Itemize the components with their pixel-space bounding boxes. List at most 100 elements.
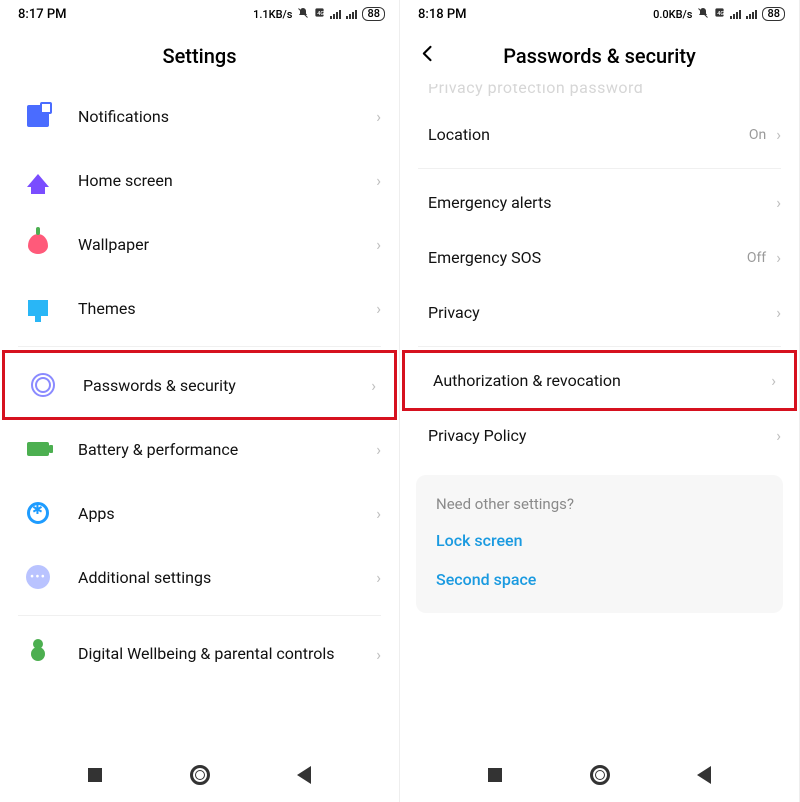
signal-icon (730, 9, 741, 19)
row-digital-wellbeing[interactable]: Digital Wellbeing & parental controls › (0, 622, 399, 686)
home-icon (24, 166, 52, 194)
chevron-right-icon: › (376, 645, 381, 664)
row-emergency-sos[interactable]: Emergency SOS Off › (400, 230, 799, 285)
more-icon: ••• (24, 563, 52, 591)
nav-bar (0, 748, 399, 802)
battery-icon (24, 435, 52, 463)
page-title: Settings (162, 44, 236, 68)
row-privacy-policy[interactable]: Privacy Policy › (400, 408, 799, 463)
chevron-right-icon: › (771, 371, 776, 390)
row-label: Apps (78, 504, 376, 523)
highlight-authorization: Authorization & revocation › (402, 350, 797, 411)
row-label: Digital Wellbeing & parental controls (78, 644, 376, 664)
svg-text:4G: 4G (718, 11, 725, 17)
sim-icon: 4G (714, 7, 725, 21)
highlight-passwords: Passwords & security › (2, 350, 397, 420)
row-battery[interactable]: Battery & performance › (0, 417, 399, 481)
status-bar: 8:18 PM 0.0KB/s 4G 88 (400, 0, 799, 28)
row-label: Themes (78, 299, 376, 318)
notifications-icon (24, 102, 52, 130)
divider (418, 346, 781, 347)
chevron-right-icon: › (776, 426, 781, 445)
fingerprint-icon (29, 371, 57, 399)
status-time: 8:17 PM (18, 7, 67, 22)
row-privacy-protection-password[interactable]: Privacy protection password (400, 84, 799, 107)
nav-home-button[interactable] (190, 765, 210, 785)
apps-icon (24, 499, 52, 527)
row-location[interactable]: Location On › (400, 107, 799, 162)
row-label: Additional settings (78, 568, 376, 587)
row-label: Battery & performance (78, 440, 376, 459)
chevron-right-icon: › (376, 235, 381, 254)
row-label: Privacy Policy (428, 426, 776, 445)
row-label: Wallpaper (78, 235, 376, 254)
chevron-right-icon: › (776, 125, 781, 144)
status-indicators: 1.1KB/s 4G 88 (253, 7, 385, 22)
wallpaper-icon (24, 230, 52, 258)
row-wallpaper[interactable]: Wallpaper › (0, 212, 399, 276)
chevron-right-icon: › (376, 568, 381, 587)
mute-icon (297, 7, 309, 22)
header: Passwords & security (400, 28, 799, 84)
nav-home-button[interactable] (590, 765, 610, 785)
row-home-screen[interactable]: Home screen › (0, 148, 399, 212)
row-value: On (749, 127, 766, 143)
other-settings-card: Need other settings? Lock screen Second … (416, 475, 783, 613)
row-label: Passwords & security (83, 376, 371, 395)
card-title: Need other settings? (436, 495, 763, 513)
nav-back-button[interactable] (297, 766, 311, 784)
net-speed: 1.1KB/s (253, 8, 292, 21)
page-title: Passwords & security (503, 44, 696, 68)
settings-list[interactable]: Notifications › Home screen › Wallpaper … (0, 84, 399, 748)
themes-icon (24, 294, 52, 322)
chevron-right-icon: › (376, 504, 381, 523)
passwords-security-screen: 8:18 PM 0.0KB/s 4G 88 Passwords & securi… (400, 0, 800, 802)
battery-indicator: 88 (362, 7, 385, 21)
row-label: Home screen (78, 171, 376, 190)
mute-icon (697, 7, 709, 22)
row-themes[interactable]: Themes › (0, 276, 399, 340)
chevron-right-icon: › (376, 171, 381, 190)
row-apps[interactable]: Apps › (0, 481, 399, 545)
chevron-right-icon: › (776, 193, 781, 212)
row-passwords-security[interactable]: Passwords & security › (5, 353, 394, 417)
chevron-right-icon: › (371, 376, 376, 395)
net-speed: 0.0KB/s (653, 8, 692, 21)
row-label: Emergency alerts (428, 193, 776, 212)
security-list[interactable]: Privacy protection password Location On … (400, 84, 799, 748)
link-lock-screen[interactable]: Lock screen (436, 531, 763, 550)
link-second-space[interactable]: Second space (436, 570, 763, 589)
wellbeing-icon (24, 640, 52, 668)
chevron-right-icon: › (776, 248, 781, 267)
row-authorization-revocation[interactable]: Authorization & revocation › (405, 353, 794, 408)
signal-icon (330, 9, 341, 19)
divider (18, 615, 381, 616)
row-privacy[interactable]: Privacy › (400, 285, 799, 340)
nav-recent-button[interactable] (488, 768, 502, 782)
row-label: Authorization & revocation (433, 371, 771, 390)
status-time: 8:18 PM (418, 7, 467, 22)
signal-icon-2 (746, 9, 757, 19)
nav-back-button[interactable] (697, 766, 711, 784)
row-label: Privacy (428, 303, 776, 322)
divider (418, 168, 781, 169)
nav-recent-button[interactable] (88, 768, 102, 782)
settings-screen: 8:17 PM 1.1KB/s 4G 88 Settings Notificat… (0, 0, 400, 802)
row-label: Notifications (78, 107, 376, 126)
row-label: Location (428, 125, 749, 144)
back-button[interactable] (418, 44, 438, 69)
chevron-right-icon: › (376, 299, 381, 318)
chevron-right-icon: › (376, 107, 381, 126)
row-additional-settings[interactable]: ••• Additional settings › (0, 545, 399, 609)
row-emergency-alerts[interactable]: Emergency alerts › (400, 175, 799, 230)
chevron-right-icon: › (776, 303, 781, 322)
status-bar: 8:17 PM 1.1KB/s 4G 88 (0, 0, 399, 28)
status-indicators: 0.0KB/s 4G 88 (653, 7, 785, 22)
row-label: Emergency SOS (428, 248, 747, 267)
divider (18, 346, 381, 347)
sim-icon: 4G (314, 7, 325, 21)
chevron-right-icon: › (376, 440, 381, 459)
battery-indicator: 88 (762, 7, 785, 21)
row-notifications[interactable]: Notifications › (0, 84, 399, 148)
row-value: Off (747, 250, 766, 266)
